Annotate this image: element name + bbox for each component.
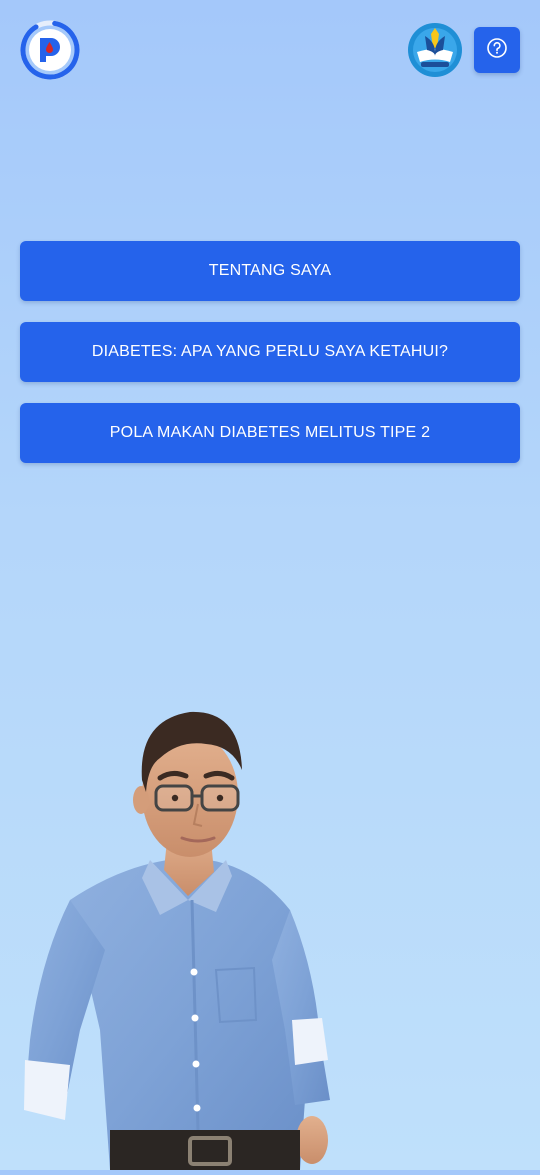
- about-me-button[interactable]: TENTANG SAYA: [20, 241, 520, 301]
- diabetes-info-button[interactable]: DIABETES: APA YANG PERLU SAYA KETAHUI?: [20, 322, 520, 382]
- top-bar: [0, 0, 540, 110]
- question-mark-icon: [486, 37, 508, 64]
- emblem-icon: [407, 22, 463, 78]
- help-button[interactable]: [474, 27, 520, 73]
- main-menu: TENTANG SAYA DIABETES: APA YANG PERLU SA…: [20, 241, 520, 484]
- avatar-character-image: [10, 700, 340, 1170]
- menu-item-label: TENTANG SAYA: [208, 262, 332, 279]
- app-logo-icon: [20, 20, 80, 80]
- diet-type2-button[interactable]: POLA MAKAN DIABETES MELITUS TIPE 2: [20, 403, 520, 463]
- menu-item-label: POLA MAKAN DIABETES MELITUS TIPE 2: [109, 424, 431, 441]
- menu-item-label: DIABETES: APA YANG PERLU SAYA KETAHUI?: [91, 343, 449, 360]
